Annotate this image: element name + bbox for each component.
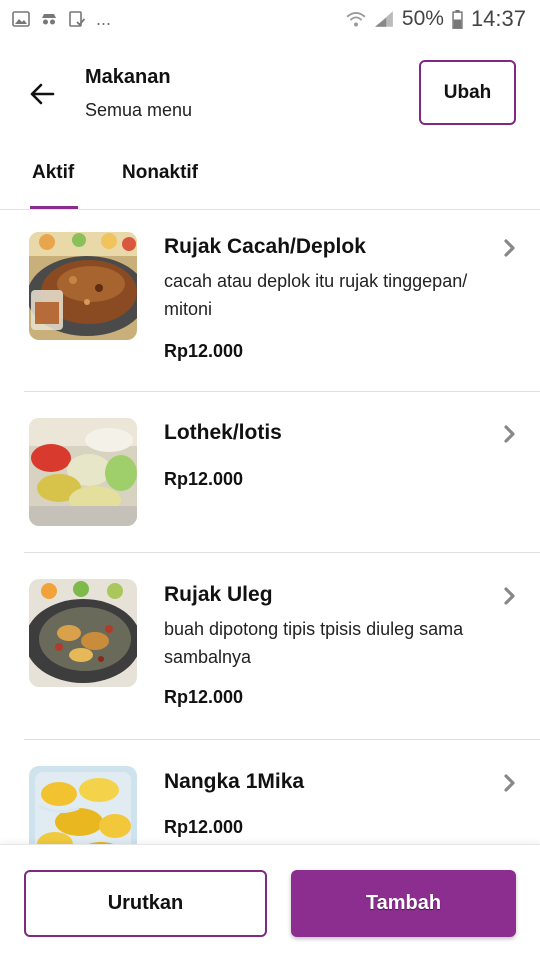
image-icon bbox=[12, 11, 30, 27]
menu-item-name: Nangka 1Mika bbox=[164, 770, 305, 793]
menu-item-description: buah dipotong tipis tpisis diuleg sama s… bbox=[164, 619, 464, 667]
menu-item-name: Lothek/lotis bbox=[164, 421, 282, 444]
bottom-action-bar: Urutkan Tambah bbox=[0, 844, 540, 960]
menu-item-photo bbox=[29, 232, 137, 340]
menu-item-name: Rujak Uleg bbox=[164, 583, 273, 606]
chevron-right-icon bbox=[504, 774, 515, 792]
app-header: Makanan Semua menu Ubah bbox=[0, 38, 540, 148]
status-bar: ... 50% 14:37 bbox=[0, 0, 540, 38]
clipboard-check-icon bbox=[69, 11, 86, 27]
wifi-icon bbox=[346, 12, 366, 27]
add-button[interactable]: Tambah bbox=[291, 870, 516, 937]
battery-percent: 50% bbox=[401, 7, 444, 30]
menu-item-price: Rp12.000 bbox=[164, 687, 244, 707]
menu-item[interactable]: Nangka 1Mika Rp12.000 bbox=[0, 740, 540, 844]
arrow-left-icon bbox=[30, 83, 55, 105]
menu-item-description: cacah atau deplok itu rujak tinggepan/ m… bbox=[164, 271, 468, 319]
page-subtitle: Semua menu bbox=[85, 100, 193, 120]
menu-item-photo bbox=[29, 766, 137, 844]
menu-item-price: Rp12.000 bbox=[164, 469, 244, 489]
signal-icon bbox=[375, 11, 393, 27]
tab-indicator bbox=[30, 206, 78, 209]
menu-item-photo bbox=[29, 418, 137, 526]
battery-icon bbox=[452, 9, 463, 29]
incognito-icon bbox=[42, 14, 56, 25]
menu-list: Rujak Cacah/Deplok cacah atau deplok itu… bbox=[0, 211, 540, 844]
tab-active[interactable]: Aktif bbox=[32, 162, 74, 184]
status-more: ... bbox=[96, 8, 112, 29]
chevron-right-icon bbox=[504, 587, 515, 605]
chevron-right-icon bbox=[504, 239, 515, 257]
back-button[interactable] bbox=[22, 74, 62, 114]
menu-item[interactable]: Lothek/lotis Rp12.000 bbox=[0, 392, 540, 553]
tab-inactive[interactable]: Nonaktif bbox=[122, 162, 198, 184]
status-right: 50% 14:37 bbox=[346, 6, 526, 32]
tab-bar: Aktif Nonaktif bbox=[0, 148, 540, 210]
edit-button[interactable]: Ubah bbox=[419, 60, 516, 125]
page-title: Makanan bbox=[85, 66, 171, 88]
chevron-right-icon bbox=[504, 425, 515, 443]
sort-button[interactable]: Urutkan bbox=[24, 870, 267, 937]
status-left: ... bbox=[12, 9, 111, 30]
status-time: 14:37 bbox=[470, 6, 526, 31]
menu-item-name: Rujak Cacah/Deplok bbox=[164, 235, 366, 258]
menu-item[interactable]: Rujak Cacah/Deplok cacah atau deplok itu… bbox=[0, 211, 540, 392]
menu-item-photo bbox=[29, 579, 137, 687]
menu-item-price: Rp12.000 bbox=[164, 341, 244, 361]
menu-item[interactable]: Rujak Uleg buah dipotong tipis tpisis di… bbox=[0, 553, 540, 740]
menu-item-price: Rp12.000 bbox=[164, 817, 244, 837]
